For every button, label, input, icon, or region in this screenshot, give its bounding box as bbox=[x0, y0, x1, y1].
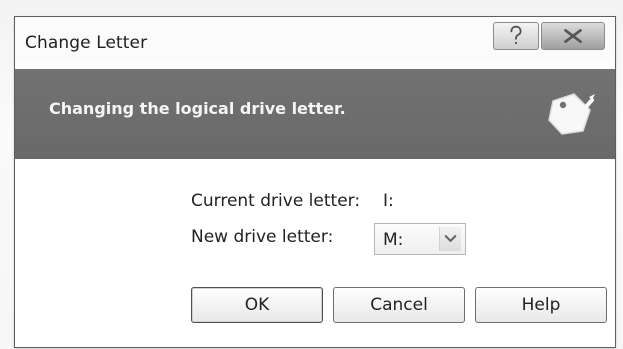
close-icon bbox=[564, 29, 582, 43]
header-banner: Changing the logical drive letter. bbox=[15, 69, 615, 159]
title-bar: Change Letter bbox=[15, 17, 615, 63]
tag-edit-icon bbox=[543, 87, 599, 141]
ok-button[interactable]: OK bbox=[191, 287, 323, 323]
cancel-button-label: Cancel bbox=[370, 295, 428, 315]
current-drive-row: Current drive letter: I: bbox=[191, 187, 511, 215]
current-drive-value: I: bbox=[383, 191, 394, 211]
title-help-button[interactable] bbox=[493, 22, 539, 50]
chevron-down-icon bbox=[439, 227, 461, 251]
current-drive-label: Current drive letter: bbox=[191, 191, 361, 211]
help-button[interactable]: Help bbox=[475, 287, 607, 323]
ok-button-label: OK bbox=[244, 295, 270, 315]
help-button-label: Help bbox=[521, 295, 561, 315]
title-close-button[interactable] bbox=[541, 22, 605, 50]
new-drive-value: M: bbox=[383, 230, 404, 250]
change-letter-dialog: Change Letter Changing the logical drive… bbox=[14, 16, 616, 348]
question-mark-icon bbox=[510, 25, 522, 45]
banner-text: Changing the logical drive letter. bbox=[49, 99, 346, 118]
dialog-title: Change Letter bbox=[25, 33, 148, 53]
new-drive-row: New drive letter: M: bbox=[191, 223, 511, 255]
new-drive-select[interactable]: M: bbox=[374, 223, 466, 255]
cancel-button[interactable]: Cancel bbox=[333, 287, 465, 323]
new-drive-label: New drive letter: bbox=[191, 227, 334, 247]
